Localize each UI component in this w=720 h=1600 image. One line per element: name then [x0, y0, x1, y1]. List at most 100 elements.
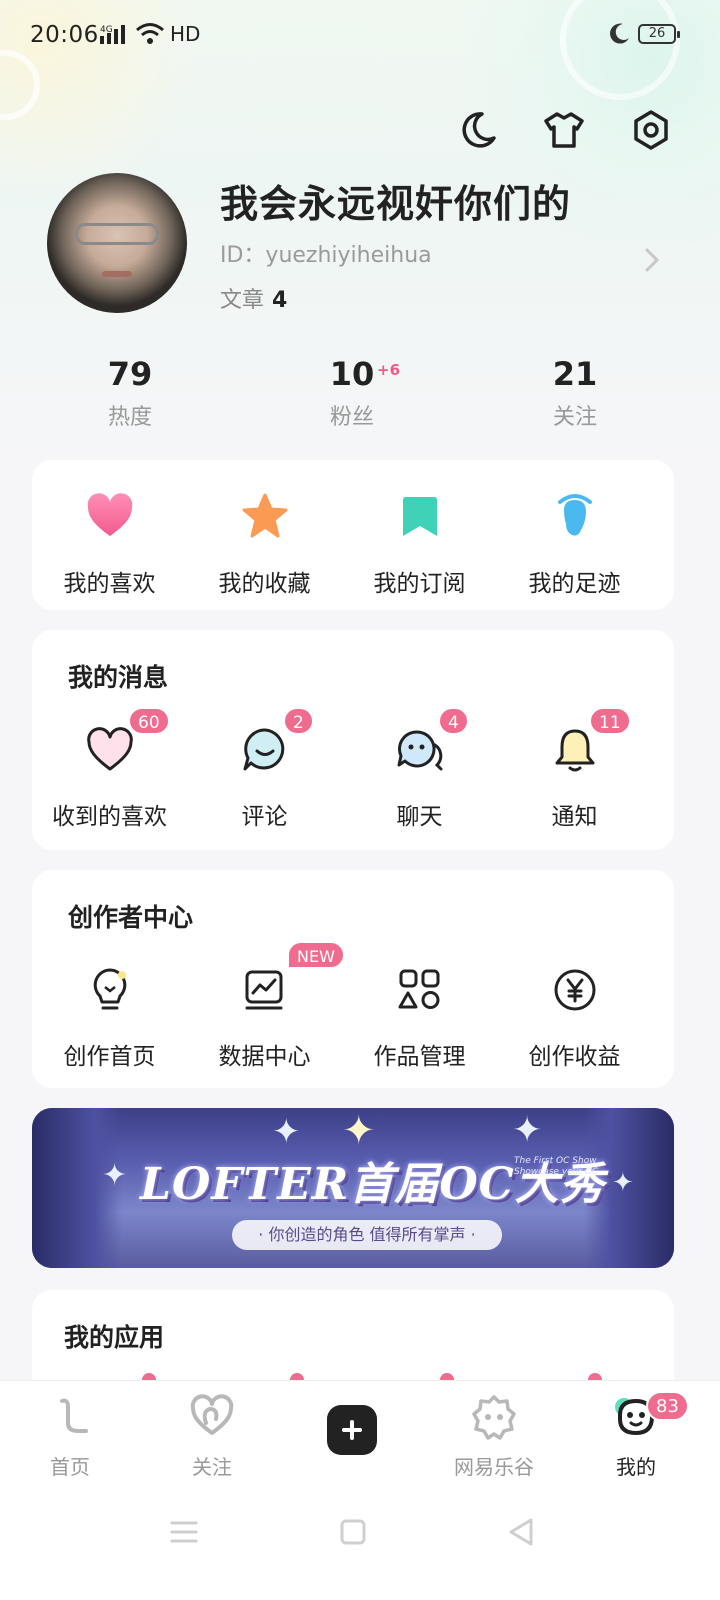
stat-label: 粉丝: [329, 405, 374, 430]
shortcut-footprints[interactable]: 我的足迹: [497, 492, 652, 598]
tab-label: 网易乐谷: [454, 1455, 534, 1479]
likes-badge: 60: [128, 707, 170, 735]
status-bar: 20:06 4G HD 26: [0, 0, 720, 70]
do-not-disturb-icon: [610, 23, 629, 44]
stat-value: 21: [552, 355, 598, 393]
stat-value: 10: [329, 355, 375, 393]
creator-label: 创作收益: [528, 1044, 621, 1070]
apps-title: 我的应用: [64, 1323, 165, 1352]
system-navigation-bar: [0, 1490, 720, 1600]
create-post-button[interactable]: [327, 1405, 377, 1455]
creator-label: 数据中心: [218, 1044, 311, 1070]
shortcut-subscriptions[interactable]: 我的订阅: [342, 492, 497, 598]
tab-label: 首页: [50, 1455, 90, 1479]
messages-grid: 60 收到的喜欢 2 评论 4 聊天 11 通知: [32, 707, 674, 831]
shortcut-label: 我的收藏: [218, 571, 311, 597]
home-icon: [60, 1398, 88, 1433]
shortcuts-grid: 我的喜欢 我的收藏 我的订阅 我的足迹: [32, 492, 674, 598]
chart-icon: [245, 970, 282, 1010]
tab-legu[interactable]: 网易乐谷: [434, 1381, 554, 1480]
star-decoration: ✦: [102, 1158, 128, 1193]
banner-english: The First OC Show Showcase your OC: [514, 1156, 599, 1177]
shortcut-label: 我的足迹: [528, 571, 621, 597]
creator-center-card: 创作者中心 创作首页 NEW 数据中心 作品管理 创作收益: [32, 870, 674, 1088]
settings-icon[interactable]: [629, 108, 673, 152]
messages-title: 我的消息: [68, 663, 169, 692]
tab-me[interactable]: 83 我的: [576, 1381, 696, 1480]
stat-label: 热度: [107, 405, 152, 430]
creator-label: 创作首页: [63, 1044, 156, 1070]
user-id: ID：yuezhiyiheihua: [220, 243, 432, 268]
banner-subtitle: · 你创造的角色 值得所有掌声 ·: [232, 1220, 502, 1250]
heart-icon: [87, 493, 132, 536]
message-comments[interactable]: 2 评论: [187, 707, 342, 831]
message-likes[interactable]: 60 收到的喜欢: [32, 707, 187, 831]
message-label: 收到的喜欢: [52, 804, 167, 830]
creator-title: 创作者中心: [68, 903, 194, 932]
star-icon: [242, 493, 287, 538]
shortcut-label: 我的喜欢: [63, 571, 156, 597]
comment-icon: [243, 728, 284, 771]
chat-badge: 4: [438, 707, 469, 735]
star-decoration: ✦: [272, 1112, 301, 1152]
theme-shirt-icon[interactable]: [542, 108, 586, 152]
notifications-badge: 11: [589, 707, 631, 735]
home-square-icon[interactable]: [333, 1512, 373, 1552]
creator-earnings[interactable]: 创作收益: [497, 965, 652, 1071]
shapes-icon: [398, 969, 439, 1009]
night-mode-icon[interactable]: [456, 108, 500, 152]
shortcuts-card: 我的喜欢 我的收藏 我的订阅 我的足迹: [32, 460, 674, 610]
new-badge: NEW: [287, 941, 345, 969]
stat-label: 关注: [552, 405, 597, 430]
chevron-right-icon[interactable]: [640, 246, 664, 274]
battery-indicator: 26: [638, 24, 680, 44]
messages-card: 我的消息 60 收到的喜欢 2 评论 4 聊天 11 通知: [32, 630, 674, 850]
tab-label: 我的: [616, 1455, 656, 1479]
articles-value: 4: [272, 288, 288, 313]
message-label: 通知: [551, 804, 598, 830]
creator-works[interactable]: 作品管理: [342, 965, 497, 1071]
menu-icon[interactable]: [164, 1512, 204, 1552]
chat-icon: [397, 730, 442, 771]
stat-heat[interactable]: 79 热度: [50, 355, 210, 431]
back-icon[interactable]: [502, 1512, 542, 1552]
articles-label: 文章: [220, 288, 265, 313]
message-chat[interactable]: 4 聊天: [342, 707, 497, 831]
fans-delta: +6: [377, 361, 401, 379]
creator-label: 作品管理: [373, 1044, 466, 1070]
signal-icon: 4G: [100, 24, 130, 49]
creator-data-center[interactable]: NEW 数据中心: [187, 941, 345, 1071]
tab-home[interactable]: 首页: [10, 1381, 130, 1480]
star-decoration: ✦: [612, 1168, 634, 1198]
follow-icon: [190, 1394, 234, 1435]
bookmark-icon: [402, 497, 437, 536]
articles-count: 文章 4: [220, 282, 287, 314]
creator-home[interactable]: 创作首页: [32, 965, 187, 1071]
avatar[interactable]: [47, 173, 187, 313]
creator-grid: 创作首页 NEW 数据中心 作品管理 创作收益: [32, 941, 674, 1071]
heart-outline-icon: [86, 727, 133, 771]
comments-badge: 2: [283, 707, 314, 735]
oc-show-banner[interactable]: ✦ ✦ ✦ ✦ ✦ LOFTER首届OC大秀 The First OC Show…: [32, 1108, 674, 1268]
avatar-glasses: [75, 223, 159, 245]
stat-following[interactable]: 21 关注: [495, 355, 655, 431]
footprint-icon: [557, 494, 592, 536]
star-decoration: ✦: [512, 1110, 543, 1151]
wifi-icon: [135, 22, 165, 49]
avatar-mouth: [102, 271, 132, 277]
shortcut-likes[interactable]: 我的喜欢: [32, 492, 187, 598]
message-label: 聊天: [396, 804, 443, 830]
me-badge: 83: [646, 1391, 689, 1421]
message-label: 评论: [241, 804, 288, 830]
profile-stats: 79 热度 10 +6 粉丝 21 关注: [0, 355, 720, 435]
stat-fans[interactable]: 10 +6 粉丝: [272, 355, 432, 431]
yuan-icon: [554, 969, 595, 1011]
shortcut-favorites[interactable]: 我的收藏: [187, 492, 342, 598]
message-notifications[interactable]: 11 通知: [497, 707, 652, 831]
bulb-icon: [93, 968, 126, 1010]
tab-follow[interactable]: 关注: [152, 1381, 272, 1480]
status-time: 20:06: [30, 22, 99, 48]
username: 我会永远视奸你们的: [220, 182, 572, 226]
legu-icon: [472, 1395, 516, 1440]
bell-icon: [555, 729, 594, 772]
